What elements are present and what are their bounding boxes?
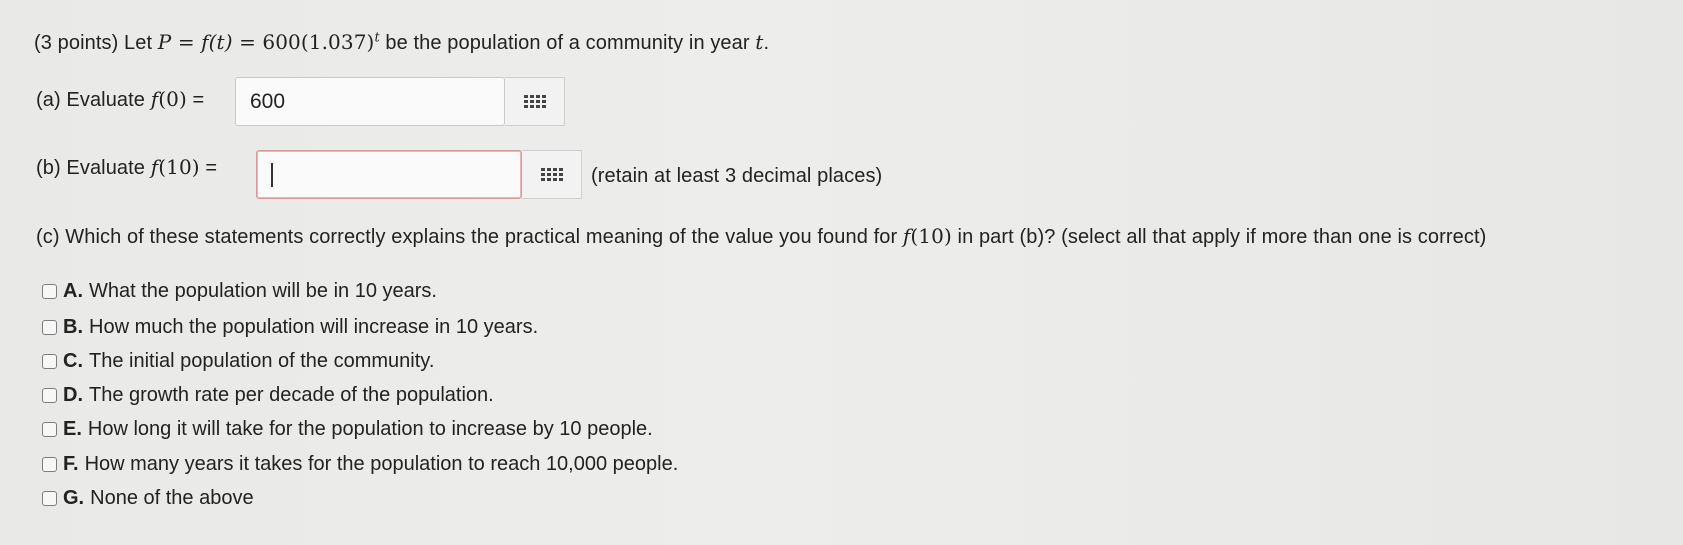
option-d[interactable]: D. The growth rate per decade of the pop… [42, 384, 494, 407]
option-e-checkbox[interactable] [42, 422, 57, 437]
question-statement: (3 points) Let P = f(t) = 600(1.037)t be… [34, 30, 769, 55]
text-caret [271, 162, 273, 187]
option-a-checkbox[interactable] [42, 284, 57, 299]
option-e[interactable]: E. How long it will take for the populat… [42, 418, 653, 441]
option-text: What the population will be in 10 years. [89, 280, 437, 302]
option-text: The initial population of the community. [89, 350, 435, 372]
option-d-checkbox[interactable] [42, 388, 57, 403]
math-p: P [157, 30, 172, 54]
option-b-checkbox[interactable] [42, 320, 57, 335]
option-text: The growth rate per decade of the popula… [89, 384, 494, 406]
part-c-suffix: in part (b)? (select all that apply if m… [951, 226, 1487, 248]
part-b-prefix: (b) Evaluate [36, 157, 151, 179]
option-letter: C. [63, 350, 83, 372]
question-period: . [763, 32, 770, 54]
option-g-checkbox[interactable] [42, 491, 57, 506]
option-f[interactable]: F. How many years it takes for the popul… [42, 453, 678, 476]
option-g[interactable]: G. None of the above [42, 487, 254, 510]
math-arg: (10) [158, 155, 200, 179]
option-text: How long it will take for the population… [87, 418, 653, 440]
option-letter: E. [63, 418, 82, 440]
part-b-answer-input[interactable] [256, 150, 522, 199]
part-a-math-palette-button[interactable] [505, 77, 565, 126]
grid-icon [540, 168, 563, 181]
math-arg: (10) [910, 224, 952, 248]
option-letter: A. [63, 280, 83, 302]
option-letter: G. [63, 487, 85, 509]
question-suffix: be the population of a community in year [379, 32, 756, 54]
math-equals: = [199, 157, 218, 179]
option-f-checkbox[interactable] [42, 457, 57, 472]
option-text: None of the above [90, 487, 254, 509]
math-equals: = [171, 30, 202, 54]
option-text: How much the population will increase in… [89, 316, 539, 338]
part-b-label: (b) Evaluate f(10) = [36, 155, 217, 180]
math-equals: = [232, 30, 263, 54]
question-points: (3 points) Let [34, 32, 158, 54]
part-a-answer-input[interactable]: 600 [235, 77, 505, 126]
option-letter: D. [63, 384, 83, 406]
part-c-prefix: (c) Which of these statements correctly … [36, 226, 903, 248]
part-a-label: (a) Evaluate f(0) = [36, 87, 204, 112]
math-base: 600(1.037) [262, 30, 375, 54]
part-c-question: (c) Which of these statements correctly … [36, 224, 1486, 249]
option-c-checkbox[interactable] [42, 354, 57, 369]
grid-icon [523, 95, 546, 108]
option-letter: B. [63, 316, 83, 338]
option-c[interactable]: C. The initial population of the communi… [42, 350, 434, 373]
part-a-prefix: (a) Evaluate [36, 89, 151, 111]
math-f: f [201, 30, 209, 54]
part-b-hint: (retain at least 3 decimal places) [591, 165, 883, 187]
part-b-math-palette-button[interactable] [522, 150, 582, 199]
part-a-answer-value: 600 [250, 89, 286, 113]
math-arg: (t) [208, 30, 233, 54]
option-letter: F. [63, 453, 79, 475]
option-b[interactable]: B. How much the population will increase… [42, 316, 538, 339]
math-equals: = [186, 89, 205, 111]
math-arg: (0) [158, 87, 187, 111]
option-text: How many years it takes for the populati… [84, 453, 679, 475]
question-page: (3 points) Let P = f(t) = 600(1.037)t be… [0, 0, 1683, 545]
option-a[interactable]: A. What the population will be in 10 yea… [42, 280, 437, 303]
